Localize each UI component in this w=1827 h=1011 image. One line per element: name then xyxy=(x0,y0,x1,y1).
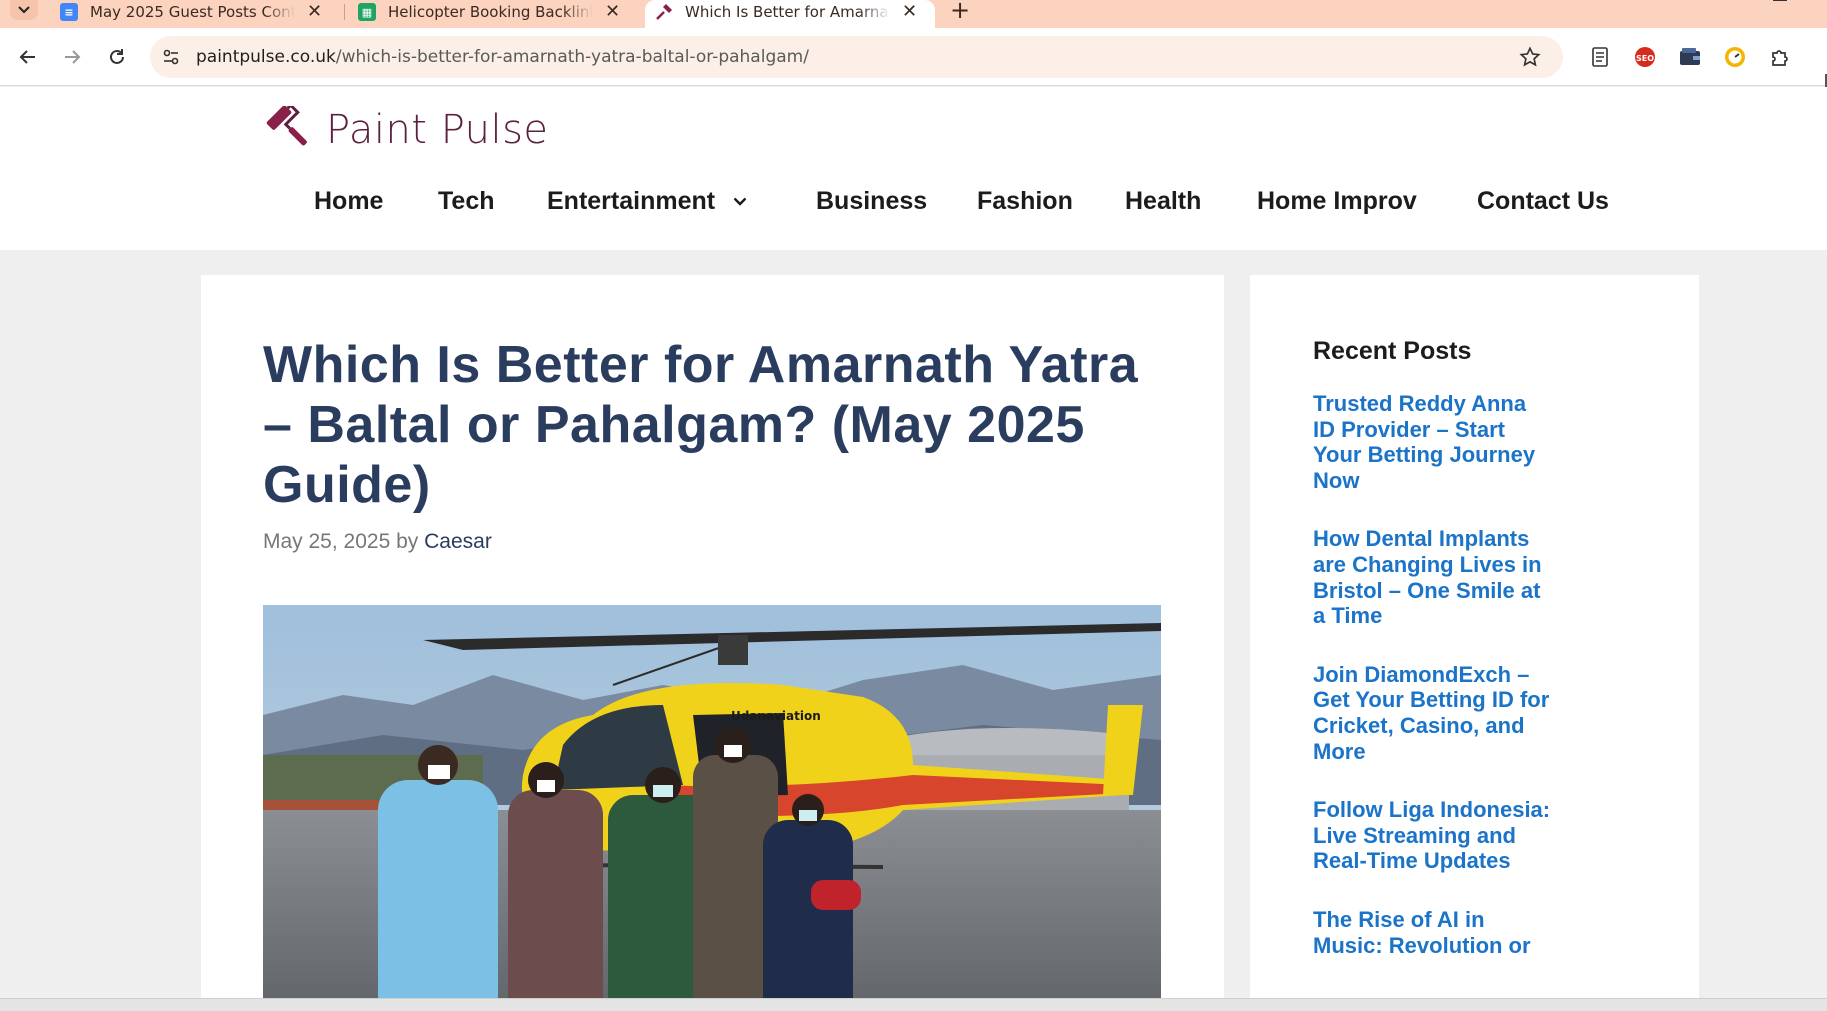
post-date: May 25, 2025 xyxy=(263,530,391,553)
url-text[interactable]: paintpulse.co.uk/which-is-better-for-ama… xyxy=(196,47,809,67)
google-sheets-icon: ▦ xyxy=(358,3,376,21)
arrow-right-icon xyxy=(65,50,81,64)
close-tab-icon[interactable]: ✕ xyxy=(605,3,620,21)
forward-button[interactable] xyxy=(58,43,86,71)
svg-text:SEO: SEO xyxy=(1636,54,1654,63)
tab-search-button[interactable] xyxy=(10,0,38,20)
featured-image: Udanaviation xyxy=(263,605,1161,1011)
paint-pulse-favicon xyxy=(655,3,673,21)
list-item: The Rise of AI in Music: Revolution or xyxy=(1313,907,1553,958)
site-logo[interactable]: Paint Pulse xyxy=(266,106,549,154)
seo-extension-icon[interactable]: SEO xyxy=(1633,45,1657,69)
site-settings-icon[interactable] xyxy=(160,46,182,68)
list-item: Follow Liga Indonesia: Live Streaming an… xyxy=(1313,797,1553,874)
tab-title: May 2025 Guest Posts Content xyxy=(90,3,295,21)
chevron-down-icon xyxy=(733,197,747,206)
nav-health[interactable]: Health xyxy=(1125,187,1201,216)
recent-post-link[interactable]: Follow Liga Indonesia: Live Streaming an… xyxy=(1313,797,1553,874)
bookmark-star-icon[interactable] xyxy=(1519,46,1541,72)
nav-entertainment-label: Entertainment xyxy=(547,187,716,215)
heli-livery-text: Udanaviation xyxy=(731,709,821,723)
tab-title: Which Is Better for Amarnath Yatra xyxy=(685,3,890,21)
recent-post-link[interactable]: The Rise of AI in Music: Revolution or xyxy=(1313,907,1553,958)
list-item: Trusted Reddy Anna ID Provider – Start Y… xyxy=(1313,391,1553,493)
horizontal-scrollbar[interactable] xyxy=(0,998,1827,1011)
extensions-puzzle-icon[interactable] xyxy=(1768,45,1792,69)
logo-text: Paint Pulse xyxy=(326,107,549,153)
tab-helicopter-backlinks[interactable]: ▦ Helicopter Booking Backlinks - ✕ xyxy=(348,0,638,28)
new-tab-button[interactable]: + xyxy=(950,0,970,24)
browser-toolbar: paintpulse.co.uk/which-is-better-for-ama… xyxy=(0,28,1827,94)
article-meta: May 25, 2025 by Caesar xyxy=(263,530,492,554)
tab-strip: ≡ May 2025 Guest Posts Content ✕ ▦ Helic… xyxy=(0,0,1827,28)
chevron-down-icon xyxy=(18,6,30,14)
url-path: /which-is-better-for-amarnath-yatra-balt… xyxy=(335,47,809,67)
nav-entertainment[interactable]: Entertainment xyxy=(547,187,747,216)
arrow-left-icon xyxy=(19,50,35,64)
tab-title: Helicopter Booking Backlinks - xyxy=(388,3,593,21)
article-card: Which Is Better for Amarnath Yatra – Bal… xyxy=(201,275,1224,1011)
sidebar: Recent Posts Trusted Reddy Anna ID Provi… xyxy=(1250,275,1699,1011)
nav-home-improv[interactable]: Home Improv xyxy=(1257,187,1417,216)
list-item: How Dental Implants are Changing Lives i… xyxy=(1313,526,1553,628)
nav-home[interactable]: Home xyxy=(314,187,383,216)
tab-guest-posts[interactable]: ≡ May 2025 Guest Posts Content ✕ xyxy=(50,0,340,28)
list-item: Join DiamondExch – Get Your Betting ID f… xyxy=(1313,662,1553,764)
tab-active-article[interactable]: Which Is Better for Amarnath Yatra ✕ xyxy=(645,0,935,28)
recent-posts-list: Trusted Reddy Anna ID Provider – Start Y… xyxy=(1313,391,1553,991)
reading-mode-icon[interactable] xyxy=(1588,45,1612,69)
site-header: Paint Pulse Home Tech Entertainment Busi… xyxy=(0,87,1827,250)
reload-button[interactable] xyxy=(103,43,131,71)
recent-posts-heading: Recent Posts xyxy=(1313,337,1472,365)
speed-extension-icon[interactable] xyxy=(1723,45,1747,69)
google-docs-icon: ≡ xyxy=(60,3,78,21)
recent-post-link[interactable]: How Dental Implants are Changing Lives i… xyxy=(1313,526,1553,628)
author-link[interactable]: Caesar xyxy=(424,530,492,553)
recent-post-link[interactable]: Trusted Reddy Anna ID Provider – Start Y… xyxy=(1313,391,1553,493)
nav-contact-us[interactable]: Contact Us xyxy=(1477,187,1609,216)
recent-post-link[interactable]: Join DiamondExch – Get Your Betting ID f… xyxy=(1313,662,1553,764)
reload-icon xyxy=(110,49,124,64)
nav-fashion[interactable]: Fashion xyxy=(977,187,1073,216)
close-tab-icon[interactable]: ✕ xyxy=(902,3,917,21)
close-tab-icon[interactable]: ✕ xyxy=(307,3,322,21)
nav-business[interactable]: Business xyxy=(816,187,927,216)
minimize-window-button[interactable] xyxy=(1773,0,1787,1)
byline-by: by xyxy=(396,530,419,553)
url-host: paintpulse.co.uk xyxy=(196,47,336,67)
nav-tech[interactable]: Tech xyxy=(438,187,495,216)
address-bar[interactable]: paintpulse.co.uk/which-is-better-for-ama… xyxy=(150,36,1563,78)
article-title: Which Is Better for Amarnath Yatra – Bal… xyxy=(263,336,1139,514)
paint-roller-logo-icon xyxy=(266,106,307,146)
wallet-extension-icon[interactable] xyxy=(1678,45,1702,69)
back-button[interactable] xyxy=(14,43,42,71)
